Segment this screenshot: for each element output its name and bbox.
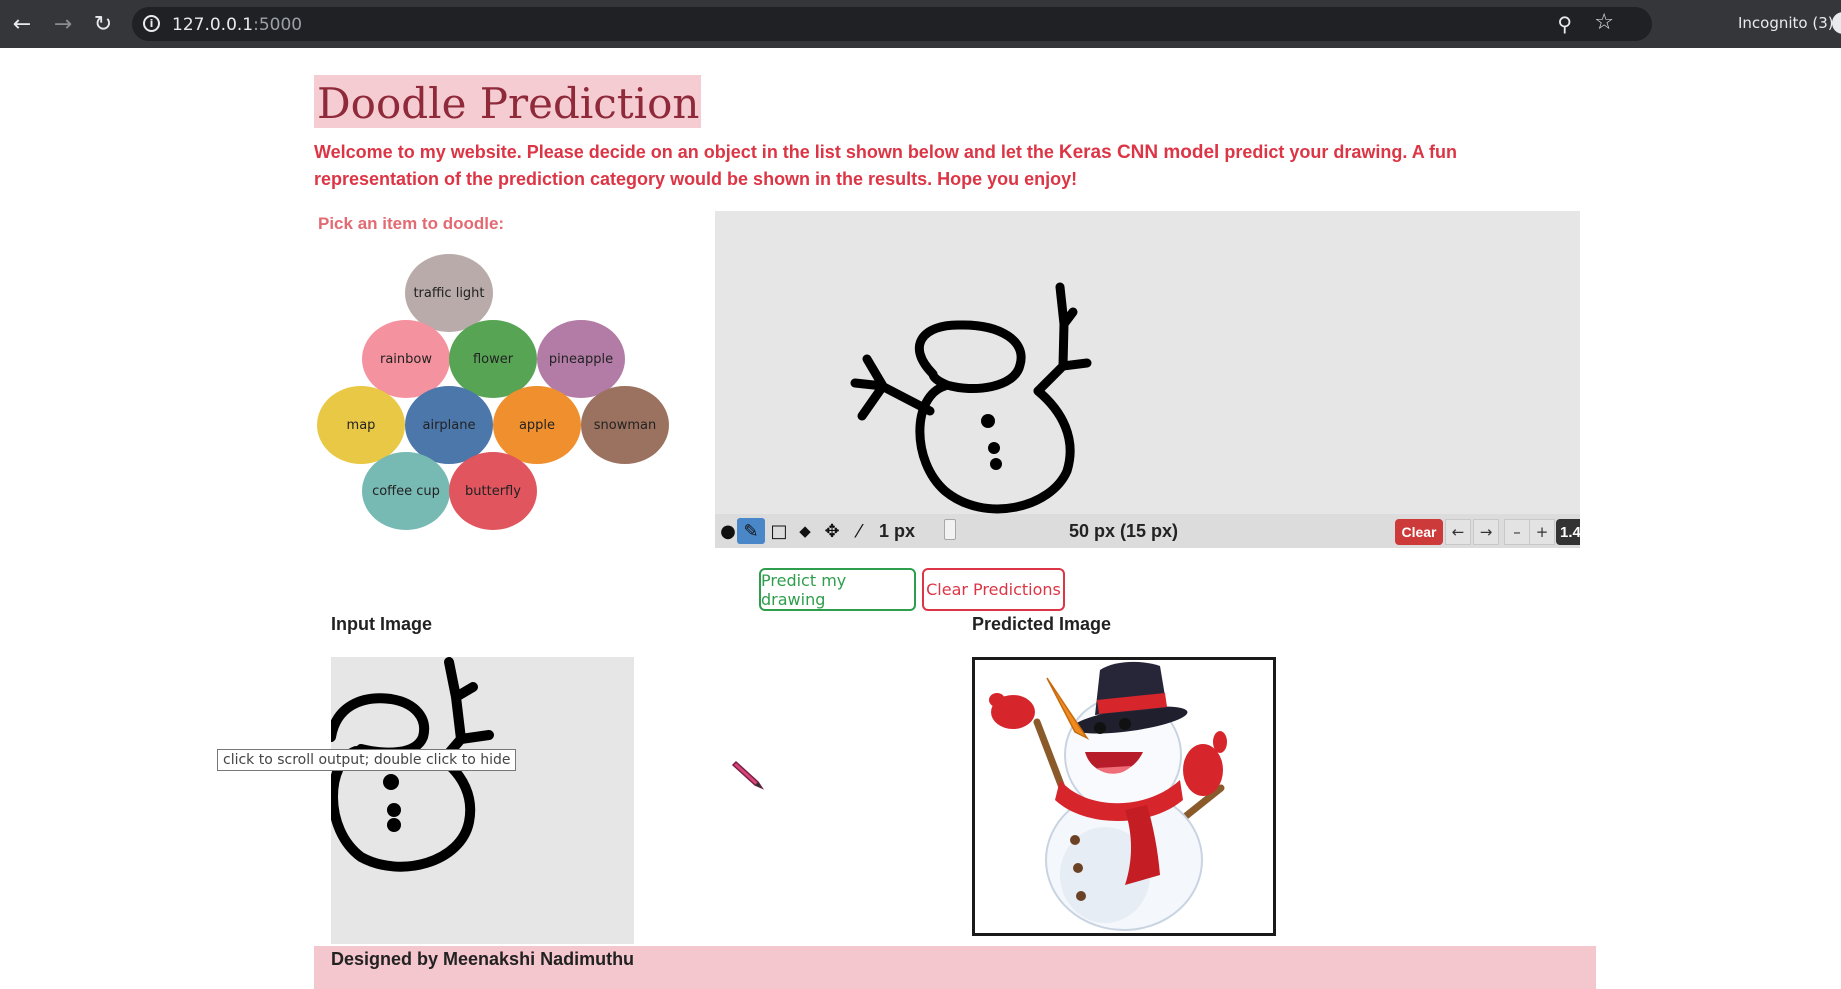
zoom-in-button[interactable]: + [1529, 519, 1555, 545]
star-icon[interactable]: ☆ [1594, 10, 1614, 35]
profile-label[interactable]: Incognito (3) [1738, 14, 1834, 32]
intro-model-name: Keras CNN model [1058, 142, 1220, 163]
predicted-image-label: Predicted Image [972, 614, 1112, 634]
intro-text: Welcome to my website. Please decide on … [314, 139, 1514, 193]
drawing-toolbar: ● ✎ □ ◆ ✥ ⁄ 1 px 50 px (15 px) Clear ← →… [715, 514, 1580, 548]
url-text[interactable]: 127.0.0.1:5000 [172, 15, 302, 35]
input-doodle [331, 657, 494, 872]
browser-toolbar: ← → ↻ i 127.0.0.1:5000 ⚲ ☆ Incognito (3) [0, 0, 1841, 48]
move-tool-icon[interactable]: ✥ [821, 518, 843, 544]
url-port: :5000 [253, 15, 303, 35]
intro-text-part1: Welcome to my website. Please decide on … [314, 142, 1059, 162]
pencil-cursor-icon [731, 760, 765, 790]
category-snowman[interactable]: snowman [581, 386, 669, 464]
clear-predictions-button[interactable]: Clear Predictions [922, 568, 1065, 611]
snowman-doodle [850, 282, 1092, 514]
category-coffee-cup[interactable]: coffee cup [362, 452, 450, 530]
pick-item-label: Pick an item to doodle: [318, 214, 505, 233]
snowman-illustration [989, 661, 1227, 931]
rectangle-tool-icon[interactable]: □ [768, 518, 790, 544]
output-tooltip: click to scroll output; double click to … [217, 749, 517, 771]
footer: Designed by Meenakshi Nadimuthu [314, 946, 1596, 989]
back-arrow-icon[interactable]: ← [6, 8, 38, 40]
forward-arrow-icon[interactable]: → [47, 8, 79, 40]
predicted-image [972, 657, 1276, 936]
zoom-level-badge[interactable]: 1.4 [1556, 519, 1580, 545]
zoom-out-button[interactable]: – [1504, 519, 1530, 545]
brush-size-label: 1 px [879, 521, 916, 541]
reload-icon[interactable]: ↻ [87, 8, 119, 40]
predict-button[interactable]: Predict my drawing [759, 568, 916, 611]
undo-button[interactable]: ← [1445, 519, 1471, 545]
category-airplane[interactable]: airplane [405, 386, 493, 464]
page-title: Doodle Prediction [314, 75, 702, 128]
pencil-tool-icon[interactable]: ✎ [737, 518, 765, 544]
footer-text: Designed by Meenakshi Nadimuthu [331, 949, 635, 969]
eraser-tool-icon[interactable]: ◆ [794, 518, 816, 544]
category-map[interactable]: map [317, 386, 405, 464]
category-butterfly[interactable]: butterfly [449, 452, 537, 530]
address-bar[interactable]: i 127.0.0.1:5000 ⚲ ☆ [132, 7, 1652, 41]
category-flower[interactable]: flower [449, 320, 537, 398]
category-traffic-light[interactable]: traffic light [405, 254, 493, 332]
drawing-canvas[interactable]: ● ✎ □ ◆ ✥ ⁄ 1 px 50 px (15 px) Clear ← →… [715, 211, 1580, 548]
eyedropper-tool-icon[interactable]: ⁄ [848, 518, 870, 544]
brush-dot-icon[interactable]: ● [719, 518, 737, 544]
category-apple[interactable]: apple [493, 386, 581, 464]
category-pineapple[interactable]: pineapple [537, 320, 625, 398]
canvas-size-label: 50 px (15 px) [1069, 521, 1179, 541]
zoom-icon[interactable]: ⚲ [1557, 12, 1572, 36]
input-image [331, 657, 634, 944]
info-icon[interactable]: i [143, 15, 160, 32]
brush-size-slider[interactable] [944, 519, 956, 540]
clear-canvas-button[interactable]: Clear [1395, 519, 1443, 545]
input-image-label: Input Image [331, 614, 433, 634]
url-host: 127.0.0.1 [172, 15, 254, 35]
redo-button[interactable]: → [1473, 519, 1499, 545]
